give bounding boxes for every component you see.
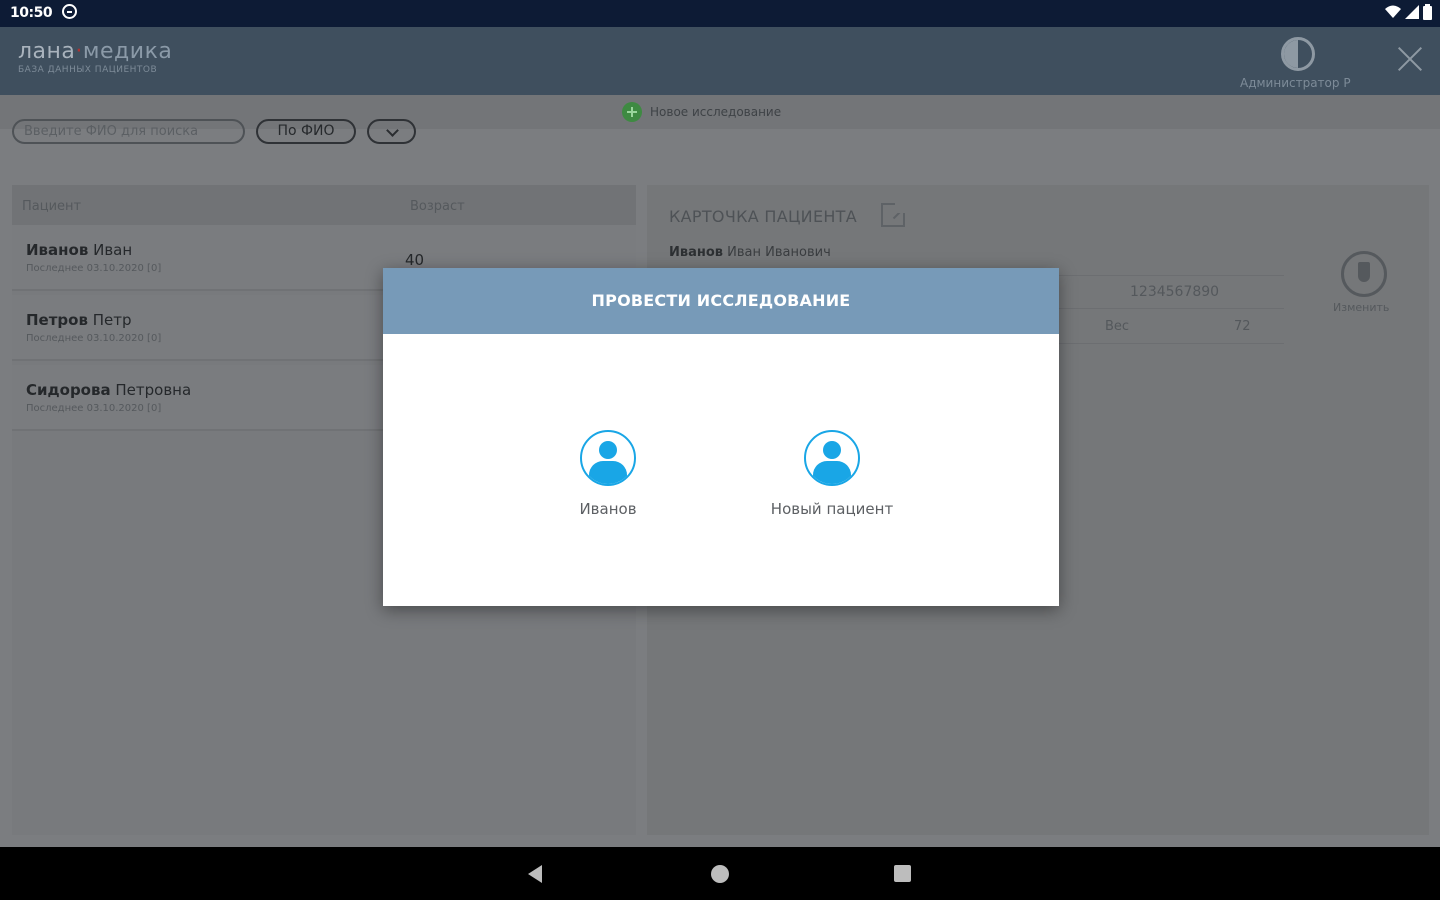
chevron-down-icon xyxy=(386,124,399,137)
user-avatar-icon[interactable] xyxy=(1281,37,1315,71)
user-avatar-icon[interactable] xyxy=(580,430,636,486)
user-avatar-icon[interactable] xyxy=(804,430,860,486)
add-circle-icon[interactable] xyxy=(622,102,642,122)
logo-second: медика xyxy=(82,39,173,64)
filter-by-name-button[interactable]: По ФИО xyxy=(256,119,356,144)
divider xyxy=(1059,275,1284,276)
start-study-dialog: ПРОВЕСТИ ИССЛЕДОВАНИЕ Иванов Новый пацие… xyxy=(383,268,1059,606)
status-bar: 10:50 xyxy=(0,0,1440,27)
column-age[interactable]: Возраст xyxy=(410,199,465,214)
logo-subtitle: БАЗА ДАННЫХ ПАЦИЕНТОВ xyxy=(18,65,158,75)
patient-first-name: Иван xyxy=(93,241,133,259)
close-icon[interactable] xyxy=(1396,45,1424,73)
search-input[interactable]: Введите ФИО для поиска xyxy=(12,119,245,144)
new-patient-option[interactable]: Новый пациент xyxy=(742,430,922,530)
patient-last-name: Петров xyxy=(26,311,88,329)
weight-value: 72 xyxy=(1234,319,1251,334)
do-not-disturb-icon xyxy=(62,4,77,19)
battery-icon xyxy=(1423,4,1432,20)
signal-icon xyxy=(1405,5,1419,19)
patient-card-name: Иванов Иван Иванович xyxy=(669,245,831,260)
patient-last-name: Сидорова xyxy=(26,381,111,399)
patient-last-name: Иванов xyxy=(26,241,89,259)
patient-card-title: КАРТОЧКА ПАЦИЕНТА xyxy=(669,207,858,226)
logo-first: лана xyxy=(18,39,76,64)
open-external-icon[interactable] xyxy=(881,203,905,227)
patient-phone: 1234567890 xyxy=(1130,284,1220,300)
edit-pen-icon[interactable] xyxy=(1341,251,1387,297)
system-icons xyxy=(1385,4,1432,20)
user-name[interactable]: Администратор Р xyxy=(1240,76,1351,90)
patient-name: Иванов Иван xyxy=(26,241,132,259)
logo-dot: · xyxy=(75,39,83,64)
divider xyxy=(1059,343,1284,344)
card-last-name: Иванов xyxy=(669,245,724,260)
wifi-icon xyxy=(1385,5,1401,18)
table-header: Пациент Возраст xyxy=(12,185,636,225)
app-logo: лана·медика xyxy=(18,39,172,64)
dialog-title: ПРОВЕСТИ ИССЛЕДОВАНИЕ xyxy=(383,268,1059,334)
existing-patient-option[interactable]: Иванов xyxy=(518,430,698,530)
app-bar: лана·медика БАЗА ДАННЫХ ПАЦИЕНТОВ Админи… xyxy=(0,27,1440,95)
existing-patient-label[interactable]: Иванов xyxy=(518,500,698,518)
patient-last-visit: Последнее 03.10.2020 [0] xyxy=(26,333,162,344)
edit-label[interactable]: Изменить xyxy=(1333,301,1389,314)
patient-first-name: Петровна xyxy=(115,381,192,399)
patient-name: Сидорова Петровна xyxy=(26,381,191,399)
new-patient-label[interactable]: Новый пациент xyxy=(742,500,922,518)
weight-label: Вес xyxy=(1105,319,1130,334)
back-icon[interactable] xyxy=(528,865,542,883)
recent-apps-icon[interactable] xyxy=(894,865,911,882)
navigation-bar xyxy=(0,847,1440,900)
patient-age: 40 xyxy=(405,251,425,269)
filter-dropdown-button[interactable] xyxy=(367,119,416,144)
column-patient[interactable]: Пациент xyxy=(22,199,81,214)
new-study-label[interactable]: Новое исследование xyxy=(650,105,781,119)
home-icon[interactable] xyxy=(711,865,729,883)
patient-last-visit: Последнее 03.10.2020 [0] xyxy=(26,403,162,414)
patient-first-name: Петр xyxy=(92,311,132,329)
status-time: 10:50 xyxy=(10,5,53,21)
divider xyxy=(1059,308,1284,309)
patient-last-visit: Последнее 03.10.2020 [0] xyxy=(26,263,162,274)
card-first-middle-name: Иван Иванович xyxy=(727,245,831,260)
patient-name: Петров Петр xyxy=(26,311,132,329)
